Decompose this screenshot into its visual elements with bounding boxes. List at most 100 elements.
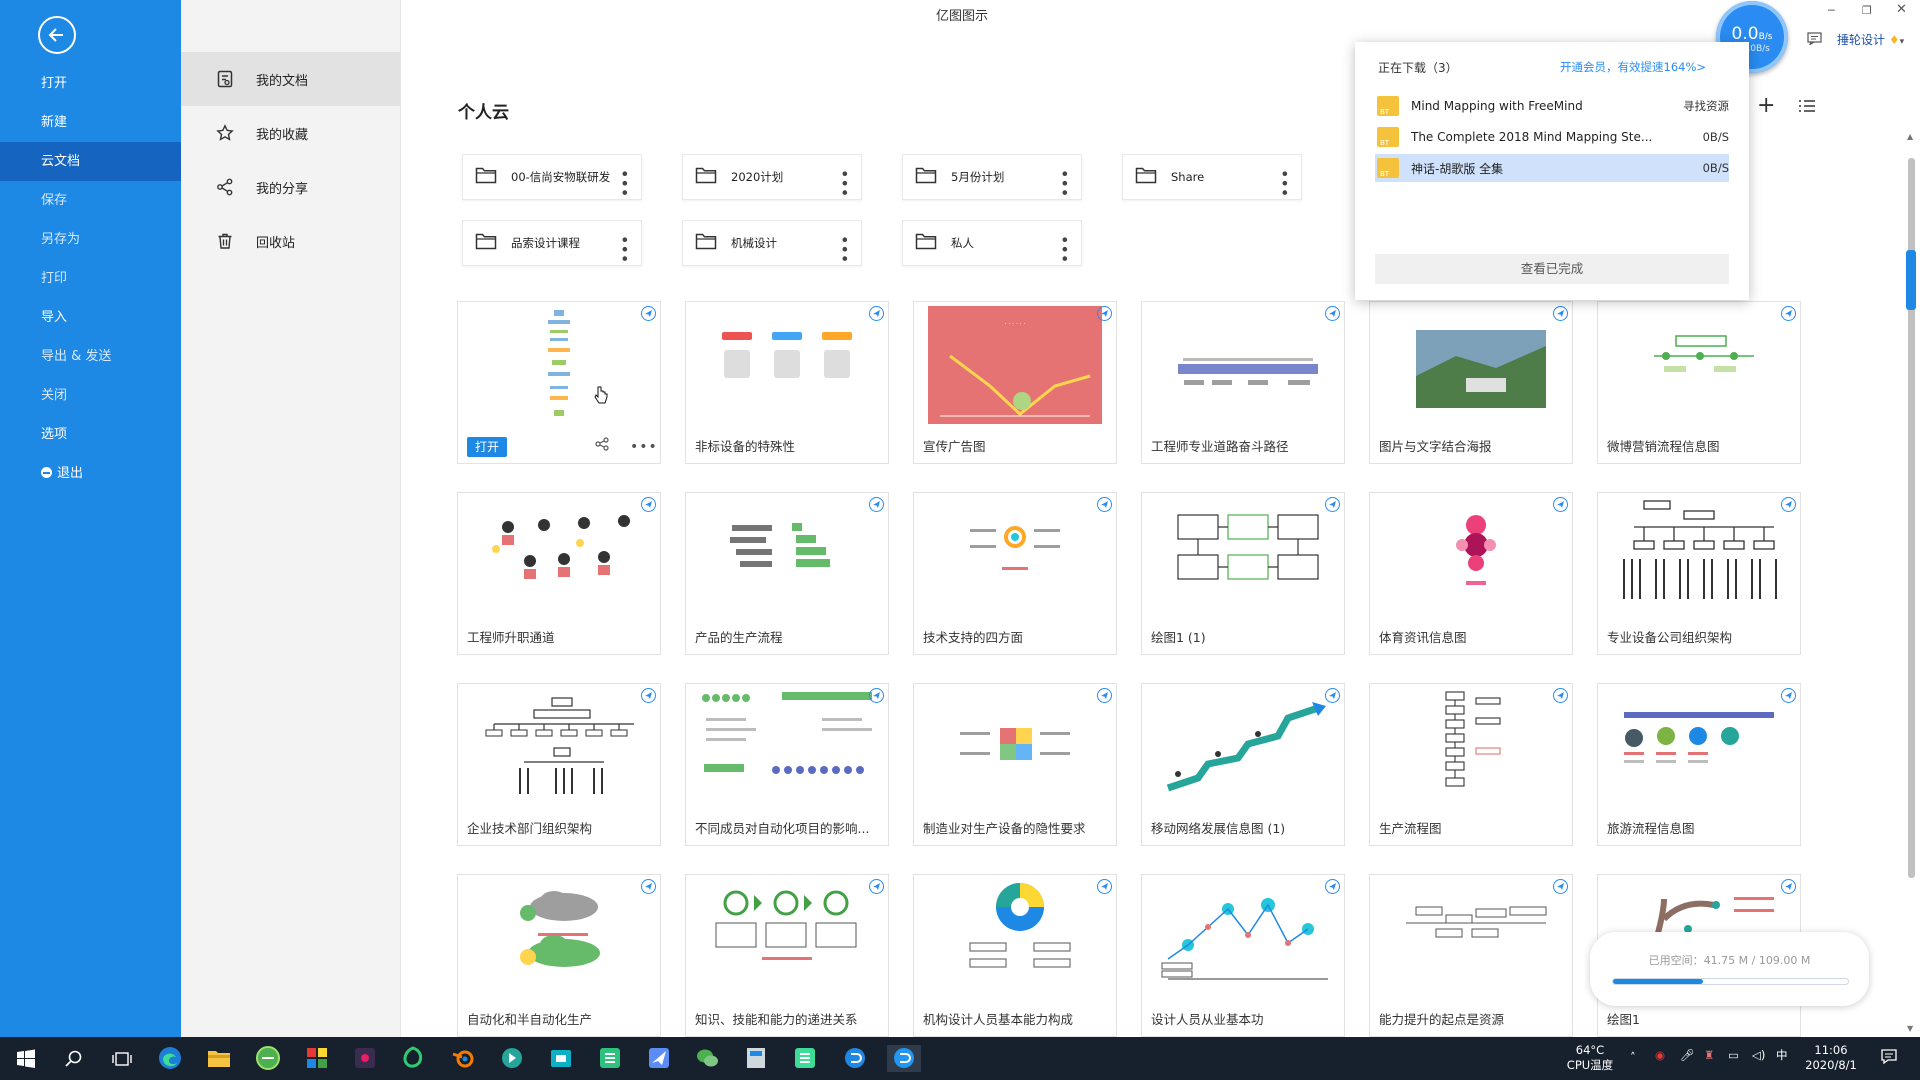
folder-item[interactable]: 5月份计划 ••• — [902, 154, 1082, 200]
document-card[interactable]: · · · · · · 宣传广告图 — [913, 301, 1117, 464]
document-card[interactable]: 生产流程图 — [1369, 683, 1573, 846]
wechat-icon[interactable] — [694, 1045, 721, 1072]
document-card[interactable]: 工程师专业道路奋斗路径 — [1141, 301, 1345, 464]
share-icon[interactable] — [595, 437, 609, 455]
calculator-icon[interactable] — [743, 1045, 770, 1072]
open-document-button[interactable]: 打开 — [467, 437, 507, 457]
document-card[interactable]: 不同成员对自动化项目的影响... — [685, 683, 889, 846]
document-card[interactable]: 制造业对生产设备的隐性要求 — [913, 683, 1117, 846]
document-card[interactable]: 打开 ••• — [457, 301, 661, 464]
folder-item[interactable]: Share ••• — [1122, 154, 1302, 200]
document-card[interactable]: 移动网络发展信息图 (1) — [1141, 683, 1345, 846]
document-card[interactable]: 微博营销流程信息图 — [1597, 301, 1801, 464]
store-icon[interactable] — [548, 1045, 575, 1072]
document-card[interactable]: 企业技术部门组织架构 — [457, 683, 661, 846]
document-card[interactable]: 设计人员从业基本功 — [1141, 874, 1345, 1037]
minimize-button[interactable]: ─ — [1828, 4, 1835, 17]
bird-app-icon[interactable] — [646, 1045, 673, 1072]
more-horizontal-icon[interactable]: ••• — [630, 439, 658, 455]
folder-item[interactable]: 2020计划 ••• — [682, 154, 862, 200]
app-tiles-icon[interactable] — [304, 1045, 331, 1072]
more-vertical-icon[interactable]: ••• — [835, 235, 854, 263]
blue-d-app-icon[interactable] — [842, 1045, 869, 1072]
add-icon[interactable]: + — [1757, 95, 1775, 117]
more-vertical-icon[interactable]: ••• — [1055, 169, 1074, 197]
download-item[interactable]: Mind Mapping with FreeMind 寻找资源 — [1375, 92, 1729, 120]
panel-shared[interactable]: 我的分享 — [181, 160, 400, 214]
folder-item[interactable]: 私人 ••• — [902, 220, 1082, 266]
download-item[interactable]: The Complete 2018 Mind Mapping Ste... 0B… — [1375, 123, 1729, 151]
more-vertical-icon[interactable]: ••• — [615, 169, 634, 197]
nav-export-send[interactable]: 导出 & 发送 — [0, 337, 181, 376]
nav-new[interactable]: 新建 — [0, 103, 181, 142]
nav-close[interactable]: 关闭 — [0, 376, 181, 415]
document-card[interactable]: 绘图1 (1) — [1141, 492, 1345, 655]
nav-cloud-docs[interactable]: 云文档 — [0, 142, 181, 181]
notification-icon[interactable] — [1880, 1047, 1898, 1069]
nav-open[interactable]: 打开 — [0, 64, 181, 103]
volume-icon[interactable]: ◁) — [1752, 1048, 1765, 1063]
download-item[interactable]: 神话-胡歌版 全集 0B/S — [1375, 154, 1729, 182]
nav-exit[interactable]: 退出 — [0, 454, 181, 493]
document-card[interactable]: 能力提升的起点是资源 — [1369, 874, 1573, 1037]
message-icon[interactable] — [1807, 32, 1822, 49]
document-card[interactable]: 机构设计人员基本能力构成 — [913, 874, 1117, 1037]
restore-button[interactable]: ❐ — [1862, 4, 1872, 17]
panel-recycle-bin[interactable]: 回收站 — [181, 214, 400, 268]
nav-options[interactable]: 选项 — [0, 415, 181, 454]
scroll-down-icon[interactable]: ▼ — [1907, 1024, 1913, 1033]
nav-print[interactable]: 打印 — [0, 259, 181, 298]
more-vertical-icon[interactable]: ••• — [1055, 235, 1074, 263]
folder-item[interactable]: 00-信尚安物联研发 ••• — [462, 154, 642, 200]
edge-browser-icon[interactable] — [157, 1045, 184, 1072]
task-view-icon[interactable] — [108, 1045, 135, 1072]
360-browser-icon[interactable] — [255, 1045, 282, 1072]
network-icon[interactable]: ▭ — [1728, 1048, 1739, 1063]
folder-item[interactable]: 品索设计课程 ••• — [462, 220, 642, 266]
windows-start-icon[interactable] — [12, 1045, 39, 1072]
document-card[interactable]: 体育资讯信息图 — [1369, 492, 1573, 655]
document-card[interactable]: 非标设备的特殊性 — [685, 301, 889, 464]
list-view-icon[interactable] — [1799, 99, 1815, 117]
view-completed-button[interactable]: 查看已完成 — [1375, 254, 1729, 284]
document-card[interactable]: 自动化和半自动化生产 — [457, 874, 661, 1037]
microphone-icon[interactable]: 🎤︎ — [1680, 1048, 1695, 1063]
document-card[interactable]: 专业设备公司组织架构 — [1597, 492, 1801, 655]
file-explorer-icon[interactable] — [206, 1045, 233, 1072]
nav-save[interactable]: 保存 — [0, 181, 181, 220]
scrollbar[interactable]: ▲ ▼ — [1906, 132, 1916, 1034]
more-vertical-icon[interactable]: ••• — [1275, 169, 1294, 197]
clock[interactable]: 11:06 2020/8/1 — [1803, 1043, 1859, 1073]
user-menu[interactable]: 捶轮设计 ♦▾ — [1837, 31, 1904, 48]
back-button[interactable] — [38, 16, 76, 54]
green-app-icon[interactable] — [400, 1045, 427, 1072]
more-vertical-icon[interactable]: ••• — [835, 169, 854, 197]
search-icon[interactable] — [60, 1045, 87, 1072]
blender-icon[interactable] — [450, 1045, 477, 1072]
more-vertical-icon[interactable]: ••• — [615, 235, 634, 263]
document-card[interactable]: 工程师升职通道 — [457, 492, 661, 655]
edraw-active-icon[interactable] — [792, 1045, 819, 1072]
media-player-icon[interactable] — [352, 1045, 379, 1072]
document-card[interactable]: 技术支持的四方面 — [913, 492, 1117, 655]
blue-d-app-active-icon[interactable] — [887, 1045, 921, 1072]
vip-speedup-link[interactable]: 开通会员，有效提速164%> — [1560, 59, 1706, 75]
close-window-button[interactable]: ✕ — [1896, 2, 1907, 17]
panel-favorites[interactable]: 我的收藏 — [181, 106, 400, 160]
document-card[interactable]: 图片与文字结合海报 — [1369, 301, 1573, 464]
document-card[interactable]: 旅游流程信息图 — [1597, 683, 1801, 846]
tray-chevron-up-icon[interactable]: ˄ — [1630, 1050, 1636, 1065]
scroll-up-icon[interactable]: ▲ — [1907, 132, 1913, 141]
panel-my-docs[interactable]: 我的文档 — [181, 52, 400, 106]
nav-save-as[interactable]: 另存为 — [0, 220, 181, 259]
green-circle-app-icon[interactable] — [499, 1045, 526, 1072]
edraw-app-icon[interactable] — [597, 1045, 624, 1072]
document-card[interactable]: 知识、技能和能力的递进关系 — [685, 874, 889, 1037]
document-card[interactable]: 产品的生产流程 — [685, 492, 889, 655]
record-icon[interactable]: ◉ — [1655, 1048, 1665, 1063]
nav-import[interactable]: 导入 — [0, 298, 181, 337]
ime-indicator[interactable]: 中 — [1776, 1048, 1788, 1063]
scrollbar-thumb[interactable] — [1906, 250, 1916, 310]
folder-item[interactable]: 机械设计 ••• — [682, 220, 862, 266]
security-icon[interactable]: ♜ — [1704, 1048, 1714, 1063]
